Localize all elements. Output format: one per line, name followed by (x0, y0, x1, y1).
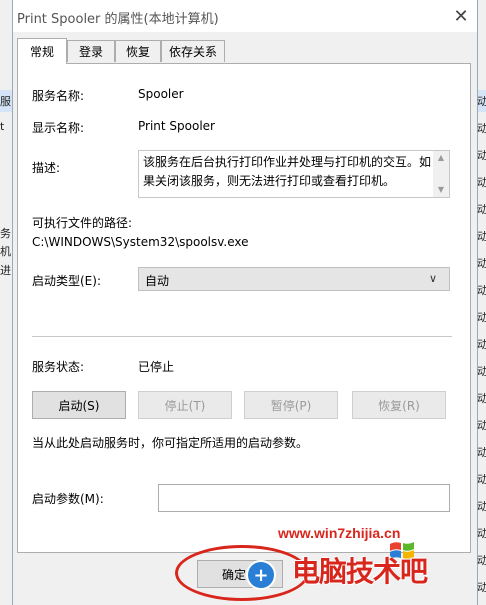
background-fragment: 动 (477, 419, 486, 432)
background-fragment: 动 (477, 203, 486, 216)
tab-recovery[interactable]: 恢复 (115, 40, 161, 62)
general-tab-panel: 服务名称: Spooler 显示名称: Print Spooler 描述: 该服… (17, 63, 471, 553)
highlight-ring (175, 545, 309, 601)
background-fragment: 动 (477, 149, 486, 162)
close-icon: ✕ (453, 5, 469, 27)
executable-path-value: C:\WINDOWS\System32\spoolsv.exe (32, 235, 249, 249)
start-button[interactable]: 启动(S) (32, 391, 126, 419)
description-label: 描述: (32, 161, 61, 175)
close-button[interactable]: ✕ (447, 2, 475, 30)
scroll-up-icon[interactable]: ▲ (433, 153, 449, 162)
start-params-label: 启动参数(M): (32, 492, 104, 506)
startup-type-value: 自动 (145, 274, 170, 288)
title-bar[interactable]: Print Spooler 的属性(本地计算机) ✕ (13, 0, 477, 32)
separator (32, 336, 452, 337)
description-text: 该服务在后台执行打印作业并处理与打印机的交互。如果关闭该服务，则无法进行打印或查… (143, 155, 432, 188)
stop-button[interactable]: 停止(T) (138, 391, 232, 419)
background-fragment: 服 (0, 95, 11, 108)
description-scrollbar[interactable]: ▲ ▼ (433, 151, 449, 197)
display-name-label: 显示名称: (32, 121, 85, 135)
watermark-url: www.win7zhijia.cn (278, 525, 401, 541)
start-params-input[interactable] (158, 484, 450, 512)
pause-button[interactable]: 暂停(P) (244, 391, 338, 419)
tab-general[interactable]: 常规 (17, 38, 67, 64)
background-fragment: 动 (477, 257, 486, 270)
properties-dialog: Print Spooler 的属性(本地计算机) ✕ 常规 登录 恢复 依存关系… (12, 0, 478, 605)
startup-type-label: 启动类型(E): (32, 274, 101, 288)
background-fragment: 动 (477, 473, 486, 486)
background-fragment: 动 (477, 122, 486, 135)
service-name-value: Spooler (138, 87, 184, 101)
watermark-brand: 电脑技术吧 (292, 555, 428, 588)
background-fragment: 动 (477, 230, 486, 243)
startup-type-select[interactable]: 自动 ∨ (138, 267, 450, 291)
chevron-down-icon: ∨ (429, 272, 438, 285)
resume-button[interactable]: 恢复(R) (352, 391, 446, 419)
tab-dependencies[interactable]: 依存关系 (161, 40, 225, 62)
description-box[interactable]: 该服务在后台执行打印作业并处理与打印机的交互。如果关闭该服务，则无法进行打印或查… (138, 150, 450, 198)
background-fragment: 动 (477, 311, 486, 324)
background-fragment: 动 (477, 176, 486, 189)
background-fragment: 进 (0, 264, 11, 277)
background-fragment: 机 (0, 245, 11, 258)
dialog-title: Print Spooler 的属性(本地计算机) (17, 12, 219, 27)
background-fragment: 动 (477, 338, 486, 351)
service-status-value: 已停止 (138, 360, 175, 374)
service-name-label: 服务名称: (32, 89, 85, 103)
display-name-value: Print Spooler (138, 119, 215, 133)
background-fragment: 动 (477, 554, 486, 567)
background-fragment: 动 (477, 581, 486, 594)
background-fragment: 动 (477, 95, 486, 108)
background-fragment: 动 (477, 527, 486, 540)
background-fragment: t (0, 120, 5, 133)
watermark-plus-icon: + (246, 560, 276, 590)
start-params-hint: 当从此处启动服务时，你可指定所适用的启动参数。 (32, 436, 309, 450)
background-fragment: 动 (477, 365, 486, 378)
background-fragment: 务 (0, 227, 11, 240)
background-fragment: 动 (477, 500, 486, 513)
background-fragment: 动 (477, 392, 486, 405)
tab-logon[interactable]: 登录 (67, 40, 115, 62)
background-fragment: 动 (477, 446, 486, 459)
service-status-label: 服务状态: (32, 360, 85, 374)
executable-path-label: 可执行文件的路径: (32, 216, 133, 230)
background-fragment: 动 (477, 284, 486, 297)
scroll-down-icon[interactable]: ▼ (433, 185, 449, 194)
